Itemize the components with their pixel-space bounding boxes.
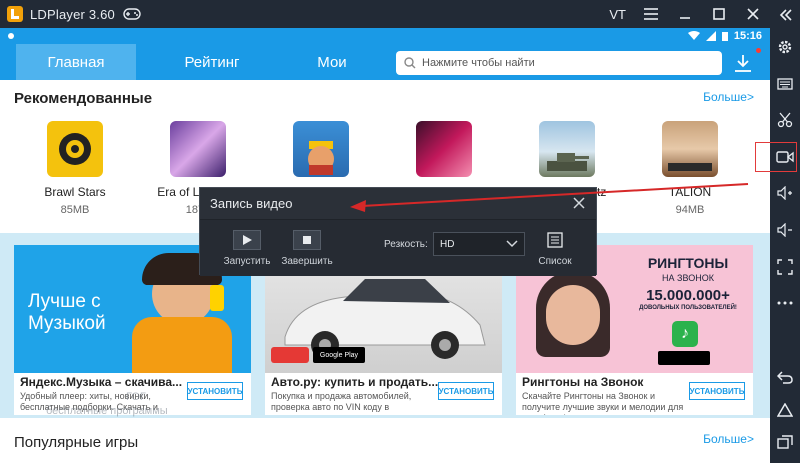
gear-icon[interactable]: [776, 38, 794, 56]
chevron-down-icon: [506, 240, 518, 248]
brawl-stars-icon: [47, 121, 103, 177]
recent-apps-icon[interactable]: [776, 433, 794, 451]
era-of-legends-icon: [170, 121, 226, 177]
start-record-button[interactable]: Запустить: [220, 230, 274, 267]
resolution-value: HD: [440, 238, 455, 250]
right-toolbar: [770, 0, 800, 463]
recommended-title: Рекомендованные: [14, 90, 153, 107]
scissors-icon[interactable]: [776, 111, 794, 129]
tab-home[interactable]: Главная: [16, 44, 136, 80]
world-of-tanks-blitz-icon: [539, 121, 595, 177]
stop-icon: [293, 230, 321, 250]
banner-description: Скачайте Рингтоны на Звонок и получите л…: [522, 391, 684, 415]
search-icon: [404, 57, 416, 69]
install-button[interactable]: УСТАНОВИТЬ: [438, 382, 494, 400]
popular-more-link[interactable]: Больше>: [703, 432, 754, 446]
ldplayer-logo-icon: [7, 6, 23, 22]
maximize-icon[interactable]: [710, 5, 728, 23]
talion-icon: [662, 121, 718, 177]
finish-label: Завершить: [281, 256, 333, 267]
gamepad-icon[interactable]: [123, 7, 141, 21]
watermark-line-2: бесплатные программы: [46, 405, 168, 417]
recording-list-button[interactable]: Список: [530, 230, 580, 267]
banner-title: Авто.ру: купить и продать...: [271, 375, 439, 389]
watermark-line-1: ГОГ: [126, 391, 146, 403]
banner-description: Покупка и продажа автомобилей, проверка …: [271, 391, 412, 412]
list-item[interactable]: TALION 94MB: [630, 121, 750, 216]
list-label: Список: [538, 256, 572, 267]
app-size: 85MB: [60, 204, 90, 216]
banner-slogan: Лучше с Музыкой: [28, 291, 106, 334]
wifi-icon: [687, 31, 700, 40]
resolution-label: Резкость:: [384, 239, 428, 250]
banner-users: ДОВОЛЬНЫХ ПОЛЬЗОВАТЕЛЕЙ!: [639, 305, 737, 311]
banner-title: Яндекс.Музыка – скачива...: [20, 375, 183, 389]
volume-down-icon[interactable]: [776, 221, 794, 239]
dialog-title: Запись видео: [210, 196, 293, 211]
google-play-badge: [658, 351, 710, 365]
close-icon[interactable]: [744, 5, 762, 23]
title-bar: LDPlayer 3.60 VT: [0, 0, 770, 28]
status-time: 15:16: [733, 30, 762, 42]
resolution-select[interactable]: HD: [433, 232, 525, 256]
status-bar: 15:16: [0, 28, 770, 44]
list-item[interactable]: [261, 121, 381, 185]
banner-count: 15.000.000+: [646, 287, 730, 304]
signal-icon: [705, 31, 716, 41]
menu-icon[interactable]: [642, 5, 660, 23]
download-badge: [756, 48, 761, 53]
install-button[interactable]: УСТАНОВИТЬ: [689, 382, 745, 400]
dialog-header: Запись видео: [200, 188, 596, 220]
music-note-icon: ♪: [672, 321, 698, 347]
close-icon[interactable]: [572, 196, 586, 210]
banner-subheading: НА ЗВОНОК: [662, 273, 714, 283]
clash-royale-icon: [293, 121, 349, 177]
home-icon[interactable]: [776, 401, 794, 419]
install-button[interactable]: УСТАНОВИТЬ: [187, 382, 243, 400]
chevron-left-icon[interactable]: [776, 6, 794, 24]
app-name: TALION: [668, 185, 712, 199]
record-button-highlight: [755, 142, 797, 172]
minimize-icon[interactable]: [676, 5, 694, 23]
recommended-more-link[interactable]: Больше>: [703, 90, 754, 104]
fullscreen-icon[interactable]: [776, 258, 794, 276]
back-icon[interactable]: [776, 368, 794, 386]
battery-icon: [721, 32, 728, 41]
more-options-icon[interactable]: [776, 294, 794, 312]
watermark: ГОГ бесплатные программы: [46, 390, 168, 418]
banner-heading: РИНГТОНЫ: [647, 255, 729, 271]
user-badge[interactable]: VT: [609, 7, 626, 22]
volume-up-icon[interactable]: [776, 184, 794, 202]
download-icon[interactable]: [732, 52, 754, 74]
tab-rating[interactable]: Рейтинг: [152, 44, 272, 80]
keyboard-icon[interactable]: [776, 75, 794, 93]
finish-record-button[interactable]: Завершить: [280, 230, 334, 267]
list-item[interactable]: Brawl Stars 85MB: [15, 121, 135, 216]
anime-game-icon: [416, 121, 472, 177]
app-title: LDPlayer 3.60: [30, 6, 115, 22]
search-placeholder: Нажмите чтобы найти: [422, 57, 535, 69]
popular-title: Популярные игры: [14, 434, 139, 451]
list-item[interactable]: [384, 121, 504, 185]
record-video-dialog: Запись видео Запустить Завершить Резкост…: [199, 187, 597, 276]
google-play-badge: Google Play: [313, 347, 365, 363]
banner-title: Рингтоны на Звонок: [522, 375, 644, 389]
autoru-logo-icon: [271, 347, 309, 363]
app-size: 94MB: [675, 204, 705, 216]
play-icon: [233, 230, 261, 250]
tab-mine[interactable]: Мои: [292, 44, 372, 80]
app-name: Brawl Stars: [44, 185, 106, 199]
notification-dot-icon: [8, 33, 14, 39]
list-icon: [545, 230, 565, 250]
nav-bar: Главная Рейтинг Мои Нажмите чтобы найти: [0, 44, 770, 80]
dialog-body: Запустить Завершить Резкость: HD Список: [200, 220, 596, 276]
search-input[interactable]: Нажмите чтобы найти: [396, 51, 722, 75]
start-label: Запустить: [223, 256, 271, 267]
